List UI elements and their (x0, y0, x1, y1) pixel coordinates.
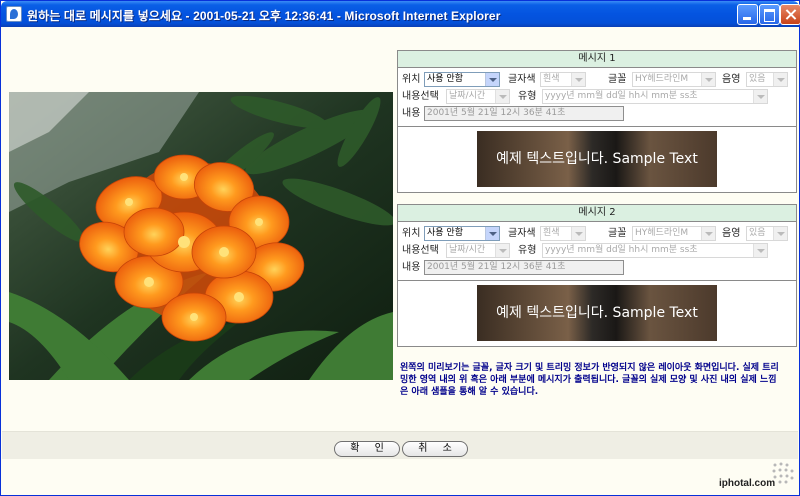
type-select[interactable]: yyyy년 mm월 dd일 hh시 mm분 ss초 (542, 243, 768, 258)
content-select-label: 내용선택 (402, 245, 439, 256)
font-color-label: 글자색 (508, 74, 536, 85)
type-label: 유형 (518, 245, 537, 256)
message-1-row-1: 위치 사용 안함 글자색 흰색 글꼴 HY헤드라인M 음영 있음 (400, 72, 796, 88)
shadow-label: 음영 (722, 228, 741, 239)
chevron-down-icon (495, 244, 509, 257)
message-1-controls: 위치 사용 안함 글자색 흰색 글꼴 HY헤드라인M 음영 있음 내용선택 날짜… (398, 68, 796, 127)
content-label: 내용 (402, 262, 421, 273)
type-label: 유형 (518, 91, 537, 102)
content-label: 내용 (402, 108, 421, 119)
shadow-label: 음영 (722, 74, 741, 85)
title-bar[interactable]: 원하는 대로 메시지를 넣으세요 - 2001-05-21 오후 12:36:4… (1, 1, 800, 27)
message-2-sample-area: 예제 텍스트입니다. Sample Text (398, 281, 796, 346)
chevron-down-icon (485, 73, 499, 86)
font-color-label: 글자색 (508, 228, 536, 239)
message-2-panel: 메시지 2 위치 사용 안함 글자색 흰색 글꼴 HY헤드라인M 음영 있음 내… (397, 204, 797, 347)
ok-button[interactable]: 확 인 (334, 441, 400, 457)
message-1-row-2: 내용선택 날짜/시간 유형 yyyy년 mm월 dd일 hh시 mm분 ss초 (400, 89, 796, 105)
font-select[interactable]: HY헤드라인M (632, 226, 716, 241)
message-1-title: 메시지 1 (398, 51, 796, 68)
brand-logo-icon (772, 462, 794, 484)
shadow-select[interactable]: 있음 (746, 226, 788, 241)
chevron-down-icon (701, 73, 715, 86)
font-color-select[interactable]: 흰색 (540, 226, 586, 241)
font-label: 글꼴 (608, 228, 627, 239)
shadow-select[interactable]: 있음 (746, 72, 788, 87)
content-select[interactable]: 날짜/시간 (446, 243, 510, 258)
content-input[interactable]: 2001년 5월 21일 12시 36분 41초 (424, 106, 624, 121)
preview-photo (9, 92, 393, 380)
content-input[interactable]: 2001년 5월 21일 12시 36분 41초 (424, 260, 624, 275)
position-label: 위치 (402, 74, 421, 85)
content-select[interactable]: 날짜/시간 (446, 89, 510, 104)
chevron-down-icon (773, 73, 787, 86)
message-2-row-2: 내용선택 날짜/시간 유형 yyyy년 mm월 dd일 hh시 mm분 ss초 (400, 243, 796, 259)
chevron-down-icon (571, 73, 585, 86)
message-2-row-3: 내용 2001년 5월 21일 12시 36분 41초 (400, 260, 796, 276)
position-select[interactable]: 사용 안함 (424, 226, 500, 241)
message-2-row-1: 위치 사용 안함 글자색 흰색 글꼴 HY헤드라인M 음영 있음 (400, 226, 796, 242)
maximize-button[interactable] (759, 4, 780, 25)
chevron-down-icon (701, 227, 715, 240)
window-title: 원하는 대로 메시지를 넣으세요 - 2001-05-21 오후 12:36:4… (27, 9, 501, 23)
brand-logo-text: iphotal.com (719, 478, 776, 489)
font-select[interactable]: HY헤드라인M (632, 72, 716, 87)
position-select[interactable]: 사용 안함 (424, 72, 500, 87)
info-text: 왼쪽의 미리보기는 글꼴, 글자 크기 및 트리밍 정보가 반영되지 않은 레이… (400, 363, 779, 397)
message-1-sample-area: 예제 텍스트입니다. Sample Text (398, 127, 796, 192)
message-2-controls: 위치 사용 안함 글자색 흰색 글꼴 HY헤드라인M 음영 있음 내용선택 날짜… (398, 222, 796, 281)
chevron-down-icon (773, 227, 787, 240)
chevron-down-icon (485, 227, 499, 240)
close-button[interactable] (780, 4, 800, 25)
font-color-select[interactable]: 흰색 (540, 72, 586, 87)
font-label: 글꼴 (608, 74, 627, 85)
internet-explorer-icon (6, 6, 22, 22)
position-label: 위치 (402, 228, 421, 239)
message-1-panel: 메시지 1 위치 사용 안함 글자색 흰색 글꼴 HY헤드라인M 음영 있음 내… (397, 50, 797, 193)
message-1-row-3: 내용 2001년 5월 21일 12시 36분 41초 (400, 106, 796, 122)
type-select[interactable]: yyyy년 mm월 dd일 hh시 mm분 ss초 (542, 89, 768, 104)
cancel-button[interactable]: 취 소 (402, 441, 468, 457)
message-1-sample: 예제 텍스트입니다. Sample Text (477, 131, 717, 187)
message-2-sample: 예제 텍스트입니다. Sample Text (477, 285, 717, 341)
flower-image (9, 92, 393, 380)
content-select-label: 내용선택 (402, 91, 439, 102)
chevron-down-icon (495, 90, 509, 103)
message-2-title: 메시지 2 (398, 205, 796, 222)
chevron-down-icon (753, 90, 767, 103)
browser-window: 원하는 대로 메시지를 넣으세요 - 2001-05-21 오후 12:36:4… (0, 0, 800, 496)
chevron-down-icon (753, 244, 767, 257)
minimize-button[interactable] (737, 4, 758, 25)
button-bar (2, 431, 798, 459)
chevron-down-icon (571, 227, 585, 240)
